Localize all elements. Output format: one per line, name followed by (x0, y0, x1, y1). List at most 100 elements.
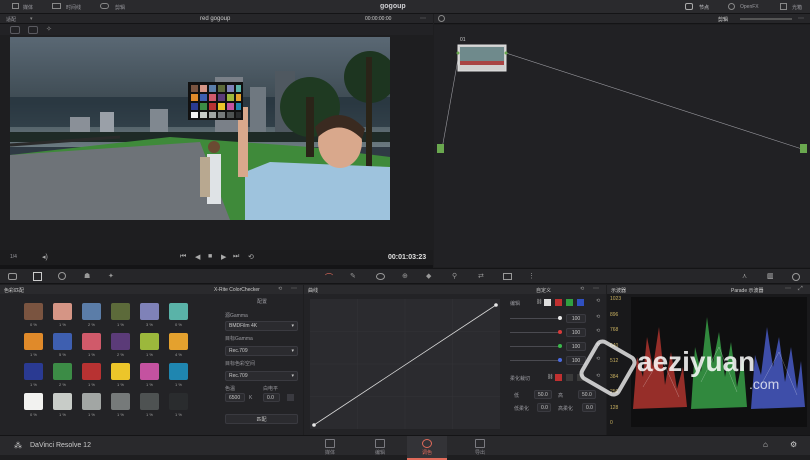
channel-slider-handle[interactable] (558, 316, 562, 320)
color-swatch[interactable] (140, 393, 159, 410)
video-frame[interactable] (10, 37, 390, 220)
tab-openfx[interactable]: OpenFX (740, 4, 759, 10)
node-editor-canvas[interactable]: 01 (434, 25, 810, 267)
page-tab-edit[interactable]: 编辑 (360, 436, 400, 460)
nodes-icon[interactable] (685, 3, 693, 10)
skip-end-icon[interactable]: ⏭ (233, 253, 239, 261)
motion-effects-icon[interactable]: ✦ (108, 272, 114, 280)
layout-icon[interactable] (10, 26, 20, 34)
zoom-level[interactable]: 1/4 (10, 254, 17, 260)
color-swatch[interactable] (82, 303, 101, 320)
color-swatch[interactable] (82, 363, 101, 380)
white-level-checkbox[interactable] (287, 394, 294, 401)
color-swatch[interactable] (111, 303, 130, 320)
color-swatch[interactable] (53, 363, 72, 380)
channel-value-input[interactable]: 100 (566, 328, 586, 337)
sizing-icon[interactable]: ⇄ (478, 272, 484, 280)
channel-slider[interactable] (510, 332, 562, 333)
wand-icon[interactable]: ✧ (46, 25, 52, 33)
channel-slider[interactable] (510, 318, 562, 319)
tracker-icon[interactable]: ⊕ (402, 272, 408, 280)
expand-icon[interactable]: ⤢ (798, 286, 803, 293)
dropdown-icon[interactable]: ▾ (30, 16, 33, 22)
color-swatch[interactable] (53, 393, 72, 410)
node-mode-icon[interactable] (438, 15, 445, 22)
channel-slider[interactable] (510, 360, 562, 361)
color-swatch[interactable] (53, 303, 72, 320)
blur-icon[interactable]: ◆ (426, 272, 431, 280)
low-soft-input[interactable]: 0.0 (537, 403, 551, 412)
play-icon[interactable]: ▶ (221, 253, 226, 261)
color-swatch[interactable] (111, 393, 130, 410)
node-mode[interactable]: 剪辑 (718, 16, 728, 23)
color-swatch[interactable] (140, 333, 159, 350)
reset-icon[interactable]: ⟲ (596, 314, 600, 320)
color-swatch[interactable] (111, 363, 130, 380)
3d-icon[interactable] (503, 273, 512, 280)
softclip-g-button[interactable] (566, 374, 573, 381)
page-tab-deliver[interactable]: 导出 (460, 436, 500, 460)
tab-lightbox[interactable]: 光箱 (792, 4, 802, 11)
qualifier-icon[interactable]: ✎ (350, 272, 356, 280)
target-gamma-select[interactable]: Rec.709 ▾ (225, 346, 298, 356)
scopes-icon[interactable]: ▥ (767, 272, 774, 280)
low-input[interactable]: 50.0 (534, 390, 552, 399)
keyframes-icon[interactable]: ⋏ (742, 272, 747, 280)
color-swatch[interactable] (169, 333, 188, 350)
loop-icon[interactable]: ⟲ (248, 253, 254, 261)
viewer-fit-label[interactable]: 适配 (6, 16, 16, 23)
page-tab-media[interactable]: 媒体 (310, 436, 350, 460)
media-pool-icon[interactable] (12, 3, 19, 9)
chart-selector[interactable]: X-Rite ColorChecker (214, 287, 260, 293)
channel-value-input[interactable]: 100 (566, 314, 586, 323)
clips-icon[interactable] (100, 3, 109, 9)
split-icon[interactable] (28, 26, 38, 34)
color-swatch[interactable] (82, 333, 101, 350)
white-level-input[interactable]: 0.0 (263, 393, 280, 402)
skip-start-icon[interactable]: ⏮ (180, 253, 186, 261)
color-match-icon[interactable] (33, 272, 42, 281)
settings-icon[interactable]: ⚙ (790, 440, 797, 449)
more-options-icon[interactable]: ⋯ (420, 15, 426, 22)
scope-mode[interactable]: Parade 示波器 (731, 287, 764, 294)
tab-media[interactable]: 媒体 (23, 4, 33, 11)
channel-slider-handle[interactable] (558, 358, 562, 362)
reset-icon[interactable]: ⟲ (596, 328, 600, 334)
color-swatch[interactable] (24, 393, 43, 410)
reset-icon[interactable]: ⟲ (278, 286, 282, 292)
tab-nodes[interactable]: 节点 (699, 4, 709, 11)
tab-clips[interactable]: 剪辑 (115, 4, 125, 11)
speaker-icon[interactable]: ◂) (42, 253, 48, 261)
curves-icon[interactable]: ⌒ (325, 272, 333, 283)
camera-raw-icon[interactable] (8, 273, 17, 280)
key-icon[interactable]: ⚲ (452, 272, 457, 280)
more-options-icon[interactable]: ⋯ (291, 285, 297, 292)
stop-icon[interactable]: ■ (208, 253, 212, 260)
timeline-icon[interactable] (52, 3, 61, 9)
play-reverse-icon[interactable]: ◀ (195, 253, 200, 261)
tab-timeline[interactable]: 时间线 (66, 4, 81, 11)
window-icon[interactable] (376, 273, 385, 280)
color-swatch[interactable] (169, 363, 188, 380)
color-swatch[interactable] (111, 333, 130, 350)
channel-slider-handle[interactable] (558, 344, 562, 348)
source-gamma-select[interactable]: BMDFilm 4K ▾ (225, 321, 298, 331)
softclip-r-button[interactable] (555, 374, 562, 381)
channel-slider[interactable] (510, 346, 562, 347)
more-options-icon[interactable]: ⋯ (785, 285, 791, 292)
temp-input[interactable]: 6500 (225, 393, 245, 402)
color-swatch[interactable] (169, 393, 188, 410)
link-icon[interactable]: ⛓ (547, 374, 553, 380)
lightbox-icon[interactable] (780, 3, 787, 10)
more-options-icon[interactable]: ⋯ (798, 15, 804, 22)
channel-value-input[interactable]: 100 (566, 342, 586, 351)
color-swatch[interactable] (82, 393, 101, 410)
channel-slider-handle[interactable] (558, 330, 562, 334)
color-wheels-icon[interactable] (58, 272, 66, 280)
rgb-mixer-icon[interactable]: ☗ (84, 272, 90, 280)
page-tab-color[interactable]: 调色 (407, 436, 447, 460)
color-swatch[interactable] (140, 303, 159, 320)
color-swatch[interactable] (24, 303, 43, 320)
openfx-icon[interactable] (728, 3, 735, 10)
color-swatch[interactable] (24, 363, 43, 380)
